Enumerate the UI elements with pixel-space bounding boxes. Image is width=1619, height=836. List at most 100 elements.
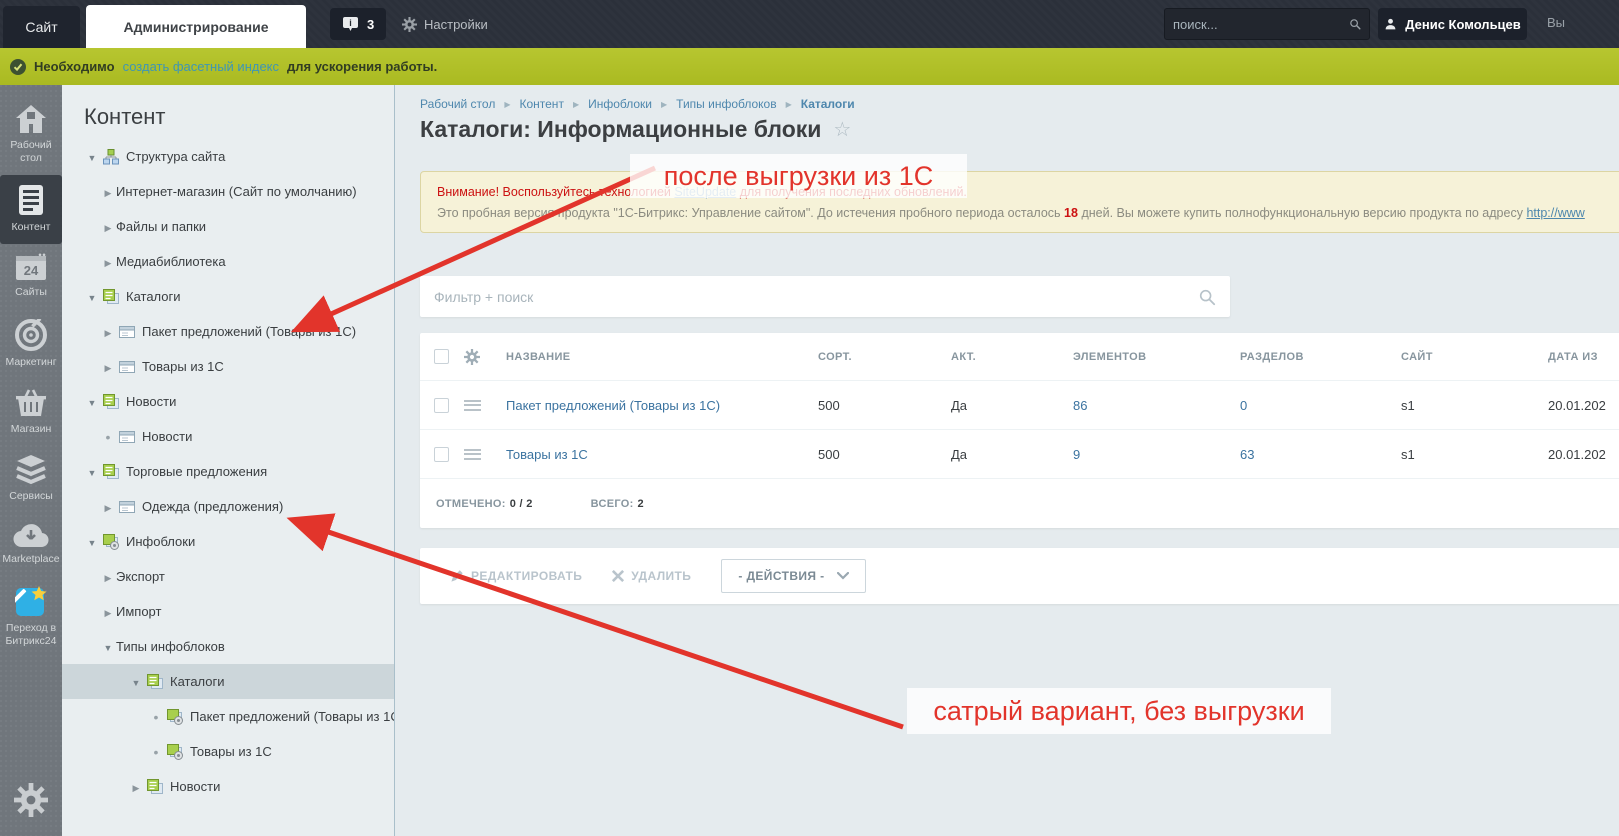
row-sections-link[interactable]: 63 [1240, 447, 1254, 462]
column-header-sections[interactable]: РАЗДЕЛОВ [1240, 351, 1401, 363]
bullet-icon [148, 744, 164, 760]
row-elements-link[interactable]: 9 [1073, 447, 1080, 462]
breadcrumb-content[interactable]: Контент [519, 97, 563, 111]
row-menu-icon[interactable] [464, 399, 481, 411]
expand-icon[interactable] [100, 219, 116, 234]
tree-item-label: Товары из 1С [142, 359, 224, 374]
settings-button[interactable]: Настройки [402, 8, 488, 40]
create-facet-index-link[interactable]: создать фасетный индекс [123, 59, 279, 74]
tree-item-catalogs[interactable]: Каталоги [62, 279, 394, 314]
edit-button[interactable]: РЕДАКТИРОВАТЬ [450, 569, 582, 583]
tree-item-trade-offers[interactable]: Торговые предложения [62, 454, 394, 489]
tree-item-media-library[interactable]: Медиабиблиотека [62, 244, 394, 279]
search-icon[interactable] [1349, 16, 1361, 32]
expand-icon[interactable] [100, 499, 116, 514]
breadcrumb-catalogs[interactable]: Каталоги [801, 97, 855, 111]
infoblock-icon [119, 430, 135, 443]
column-header-active[interactable]: АКТ. [951, 351, 1073, 363]
sidebar-item-label: Рабочий стол [10, 139, 52, 165]
breadcrumb-desktop[interactable]: Рабочий стол [420, 97, 495, 111]
expand-icon[interactable] [100, 184, 116, 199]
tree-item-clothes-offers[interactable]: Одежда (предложения) [62, 489, 394, 524]
tree-item-files-folders[interactable]: Файлы и папки [62, 209, 394, 244]
collapse-icon[interactable] [84, 289, 100, 304]
sidebar-item-marketplace[interactable]: Marketplace [0, 513, 62, 576]
tree-item-label: Новости [170, 779, 221, 794]
collapse-icon[interactable] [128, 674, 144, 689]
topbar-search-input[interactable] [1173, 16, 1349, 32]
row-name-link[interactable]: Товары из 1С [506, 447, 588, 462]
row-elements-link[interactable]: 86 [1073, 398, 1087, 413]
expand-icon[interactable] [128, 779, 144, 794]
row-menu-icon[interactable] [464, 448, 481, 460]
sidebar-item-bitrix24[interactable]: Переход в Битрикс24 [0, 576, 62, 658]
search-icon[interactable] [1198, 288, 1216, 306]
expand-icon[interactable] [100, 604, 116, 619]
tree-item-news-type-2[interactable]: Новости [62, 769, 394, 804]
tree-item-infoblocks[interactable]: Инфоблоки [62, 524, 394, 559]
breadcrumb-separator: ▶ [785, 99, 792, 109]
expand-icon[interactable] [100, 569, 116, 584]
buy-link[interactable]: http://www [1526, 206, 1584, 220]
sidebar-item-desktop[interactable]: Рабочий стол [0, 95, 62, 175]
tree-item-news-type[interactable]: Новости [62, 384, 394, 419]
tab-admin[interactable]: Администрирование [86, 5, 306, 48]
notifications-button[interactable]: i 3 [330, 8, 387, 40]
expand-icon[interactable] [100, 254, 116, 269]
close-icon [612, 570, 625, 582]
sidebar-item-shop[interactable]: Магазин [0, 379, 62, 446]
tree-item-news[interactable]: Новости [62, 419, 394, 454]
column-header-date[interactable]: ДАТА ИЗ [1548, 351, 1619, 363]
column-header-site[interactable]: САЙТ [1401, 351, 1548, 363]
collapse-icon[interactable] [84, 149, 100, 164]
tree-item-offer-package-type[interactable]: Пакет предложений (Товары из 1С) [62, 699, 394, 734]
row-checkbox[interactable] [434, 397, 449, 413]
table-settings-gear-icon[interactable] [464, 348, 480, 365]
row-name-link[interactable]: Пакет предложений (Товары из 1С) [506, 398, 720, 413]
select-all-checkbox[interactable] [434, 349, 449, 364]
favorite-star-icon[interactable]: ☆ [833, 117, 851, 142]
tree-item-site-structure[interactable]: Структура сайта [62, 139, 394, 174]
tree-item-internet-shop[interactable]: Интернет-магазин (Сайт по умолчанию) [62, 174, 394, 209]
user-menu-button[interactable]: Денис Комольцев [1378, 8, 1527, 40]
sidebar-settings-button[interactable] [14, 783, 48, 822]
column-header-name[interactable]: НАЗВАНИЕ [506, 351, 818, 363]
table-footer: ОТМЕЧЕНО: 0 / 2 ВСЕГО: 2 [420, 478, 1619, 528]
tree-item-goods-1c[interactable]: Товары из 1С [62, 349, 394, 384]
site-structure-icon [103, 148, 119, 164]
tree-item-label: Экспорт [116, 569, 165, 584]
sidebar-item-services[interactable]: Сервисы [0, 446, 62, 513]
tree-item-export[interactable]: Экспорт [62, 559, 394, 594]
sidebar-item-content[interactable]: Контент [0, 175, 62, 245]
tree-item-offer-package[interactable]: Пакет предложений (Товары из 1С) [62, 314, 394, 349]
breadcrumb-infoblocks[interactable]: Инфоблоки [588, 97, 652, 111]
tab-site[interactable]: Сайт [3, 6, 80, 48]
collapse-icon[interactable] [84, 534, 100, 549]
siteupdate-link[interactable]: SiteUpdate [674, 185, 736, 199]
actions-dropdown[interactable]: - ДЕЙСТВИЯ - [721, 559, 866, 593]
row-sort: 500 [818, 397, 840, 413]
column-header-sort[interactable]: СОРТ. [818, 351, 951, 363]
collapse-icon[interactable] [84, 464, 100, 479]
tree-item-goods-1c-type[interactable]: Товары из 1С [62, 734, 394, 769]
filter-bar [420, 276, 1230, 317]
expand-icon[interactable] [100, 359, 116, 374]
collapse-icon[interactable] [84, 394, 100, 409]
collapse-icon[interactable] [100, 639, 116, 654]
filter-search-input[interactable] [434, 288, 1198, 305]
main-sidebar: Рабочий стол Контент 24 Сайты Маркетинг … [0, 85, 62, 836]
sidebar-item-marketing[interactable]: Маркетинг [0, 310, 62, 379]
tree-item-label: Медиабиблиотека [116, 254, 226, 269]
logout-link[interactable]: Вы [1547, 15, 1565, 30]
tree-item-catalogs-type-selected[interactable]: Каталоги [62, 664, 394, 699]
breadcrumb-infoblock-types[interactable]: Типы инфоблоков [676, 97, 776, 111]
tree-item-import[interactable]: Импорт [62, 594, 394, 629]
row-active: Да [951, 397, 968, 413]
column-header-elements[interactable]: ЭЛЕМЕНТОВ [1073, 351, 1240, 363]
row-checkbox[interactable] [434, 446, 449, 462]
tree-item-infoblock-types[interactable]: Типы инфоблоков [62, 629, 394, 664]
row-sections-link[interactable]: 0 [1240, 398, 1247, 413]
sidebar-item-sites[interactable]: 24 Сайты [0, 244, 62, 309]
expand-icon[interactable] [100, 324, 116, 339]
delete-button[interactable]: УДАЛИТЬ [612, 569, 691, 583]
